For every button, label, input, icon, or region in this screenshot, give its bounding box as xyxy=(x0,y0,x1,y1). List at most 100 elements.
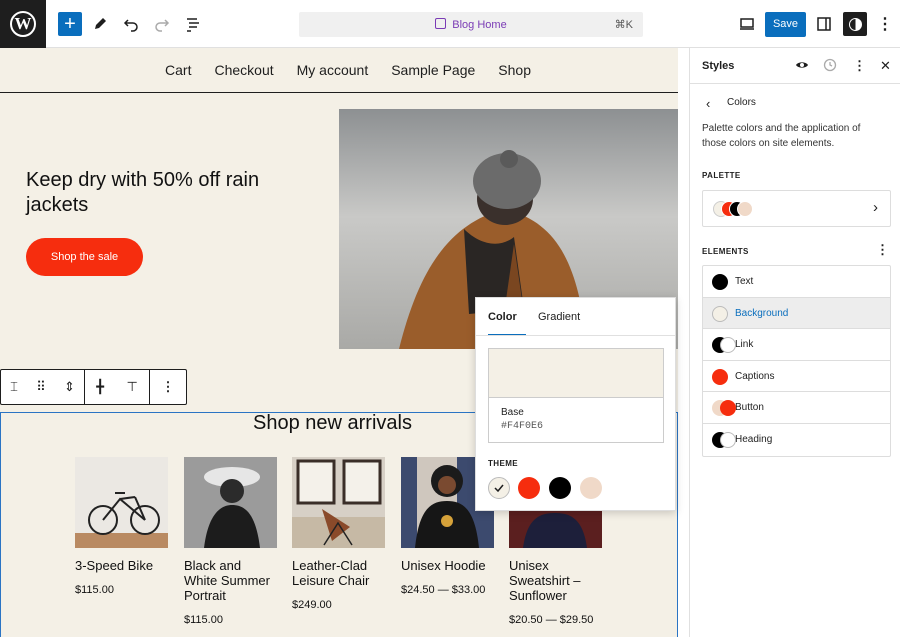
product-price: $115.00 xyxy=(184,614,223,626)
tab-divider xyxy=(476,335,675,336)
product-price: $115.00 xyxy=(75,584,114,596)
document-overview-button[interactable] xyxy=(181,12,205,36)
nav-item-cart[interactable]: Cart xyxy=(165,62,191,78)
block-toolbar-group-3: ⋮ xyxy=(150,370,186,404)
editor-top-bar: W + Blog Home ⌘K Save ⋮ xyxy=(0,0,900,48)
hero-heading[interactable]: Keep dry with 50% off rain jackets xyxy=(26,168,316,218)
panel-description: Palette colors and the application of th… xyxy=(702,123,861,149)
styles-sidebar: Styles ⋮ ✕ ‹ Colors Palette colors and t… xyxy=(689,48,900,637)
element-label: Text xyxy=(735,276,754,287)
product-name[interactable]: Unisex Hoodie xyxy=(401,558,494,573)
justify-icon[interactable]: ╋ xyxy=(96,379,104,395)
theme-color-base[interactable] xyxy=(488,477,510,499)
palette-swatch xyxy=(737,201,753,217)
color-info[interactable]: Base #F4F0E6 xyxy=(488,397,664,443)
color-name: Base xyxy=(501,407,524,418)
tab-color[interactable]: Color xyxy=(488,298,526,335)
more-vertical-icon[interactable]: ⋮ xyxy=(876,242,889,258)
element-label: Button xyxy=(735,402,764,414)
back-chevron-icon[interactable]: ‹ xyxy=(706,96,710,111)
styles-toggle-button[interactable] xyxy=(843,12,867,36)
revisions-icon[interactable] xyxy=(823,58,837,75)
theme-label: THEME xyxy=(488,459,518,468)
color-picker-popover: Color Gradient Base #F4F0E6 THEME xyxy=(475,297,676,511)
more-options-icon[interactable]: ⋮ xyxy=(162,379,175,395)
element-label: Background xyxy=(735,307,789,319)
color-preview-swatch[interactable] xyxy=(488,348,664,398)
product-card[interactable]: 3-Speed Bike $115.00 xyxy=(75,457,168,596)
block-toolbar: ⌶ ⠿ ⇕ ╋ ⊤ ⋮ xyxy=(0,369,187,405)
product-card[interactable]: Black and White Summer Portrait $115.00 xyxy=(184,457,277,626)
theme-color-primary[interactable] xyxy=(518,477,540,499)
element-item-text[interactable]: Text xyxy=(703,266,890,298)
element-item-link[interactable]: Link xyxy=(703,329,890,361)
undo-icon xyxy=(123,19,138,32)
product-image-chair[interactable] xyxy=(292,457,385,548)
close-icon[interactable]: ✕ xyxy=(880,58,891,74)
color-hex: #F4F0E6 xyxy=(501,421,544,432)
elements-list: Text Background Link Captions Button Hea… xyxy=(702,265,891,457)
page-icon xyxy=(435,18,447,29)
document-title: Blog Home xyxy=(452,19,507,31)
product-image-portrait[interactable] xyxy=(184,457,277,548)
block-toolbar-group-1: ⌶ ⠿ ⇕ xyxy=(1,370,85,404)
element-item-button[interactable]: Button xyxy=(703,392,890,424)
desktop-icon xyxy=(740,18,754,30)
element-item-background[interactable]: Background xyxy=(703,297,890,330)
element-item-heading[interactable]: Heading xyxy=(703,424,890,456)
check-icon xyxy=(494,484,504,493)
options-menu-button[interactable]: ⋮ xyxy=(873,12,897,36)
move-up-down-icon[interactable]: ⇕ xyxy=(64,379,75,395)
bike-photo xyxy=(75,457,168,548)
sidebar-header: Styles ⋮ ✕ xyxy=(690,48,900,84)
product-image-bike[interactable] xyxy=(75,457,168,548)
preview-device-button[interactable] xyxy=(735,12,759,36)
theme-color-tertiary[interactable] xyxy=(580,477,602,499)
theme-color-contrast[interactable] xyxy=(549,477,571,499)
color-indicator xyxy=(712,305,728,322)
list-view-icon xyxy=(187,18,199,32)
shop-sale-button[interactable]: Shop the sale xyxy=(26,238,143,276)
palette-button[interactable]: › xyxy=(702,190,891,227)
site-navigation: Cart Checkout My account Sample Page Sho… xyxy=(0,48,678,93)
add-block-button[interactable]: + xyxy=(58,12,82,36)
elements-label: ELEMENTS xyxy=(702,247,749,256)
element-label: Captions xyxy=(735,370,775,382)
product-name[interactable]: 3-Speed Bike xyxy=(75,558,168,573)
product-name[interactable]: Unisex Sweatshirt – Sunflower xyxy=(509,558,602,603)
chevron-right-icon: › xyxy=(873,199,878,216)
panel-subtitle: Colors xyxy=(727,97,756,108)
pencil-icon xyxy=(95,18,106,29)
undo-button[interactable] xyxy=(119,12,143,36)
group-block-icon[interactable]: ⌶ xyxy=(10,379,18,395)
tab-gradient[interactable]: Gradient xyxy=(538,298,580,335)
nav-item-checkout[interactable]: Checkout xyxy=(214,62,273,78)
product-name[interactable]: Leather-Clad Leisure Chair xyxy=(292,558,385,588)
more-vertical-icon[interactable]: ⋮ xyxy=(853,58,866,74)
product-name[interactable]: Black and White Summer Portrait xyxy=(184,558,277,603)
product-card[interactable]: Leather-Clad Leisure Chair $249.00 xyxy=(292,457,385,611)
wordpress-logo-icon[interactable]: W xyxy=(0,0,46,48)
eye-icon[interactable] xyxy=(795,58,809,75)
product-price: $249.00 xyxy=(292,599,332,611)
color-indicator xyxy=(712,274,728,290)
chair-photo xyxy=(292,457,385,548)
command-palette-bar[interactable]: Blog Home ⌘K xyxy=(299,12,643,37)
more-vertical-icon: ⋮ xyxy=(877,16,893,33)
align-top-icon[interactable]: ⊤ xyxy=(126,379,137,395)
color-indicator xyxy=(712,368,728,385)
product-price: $20.50 — $29.50 xyxy=(509,614,594,626)
redo-button[interactable] xyxy=(150,12,174,36)
settings-toggle-button[interactable] xyxy=(812,12,836,36)
nav-item-my-account[interactable]: My account xyxy=(297,62,369,78)
drag-handle-icon[interactable]: ⠿ xyxy=(36,379,46,395)
color-indicator xyxy=(720,400,736,417)
save-button[interactable]: Save xyxy=(765,12,806,37)
element-item-captions[interactable]: Captions xyxy=(703,361,890,393)
edit-tools-button[interactable] xyxy=(88,12,112,36)
product-price: $24.50 — $33.00 xyxy=(401,584,486,596)
element-label: Link xyxy=(735,339,754,351)
sidebar-icon xyxy=(817,17,831,31)
nav-item-sample-page[interactable]: Sample Page xyxy=(391,62,475,78)
nav-item-shop[interactable]: Shop xyxy=(498,62,531,78)
